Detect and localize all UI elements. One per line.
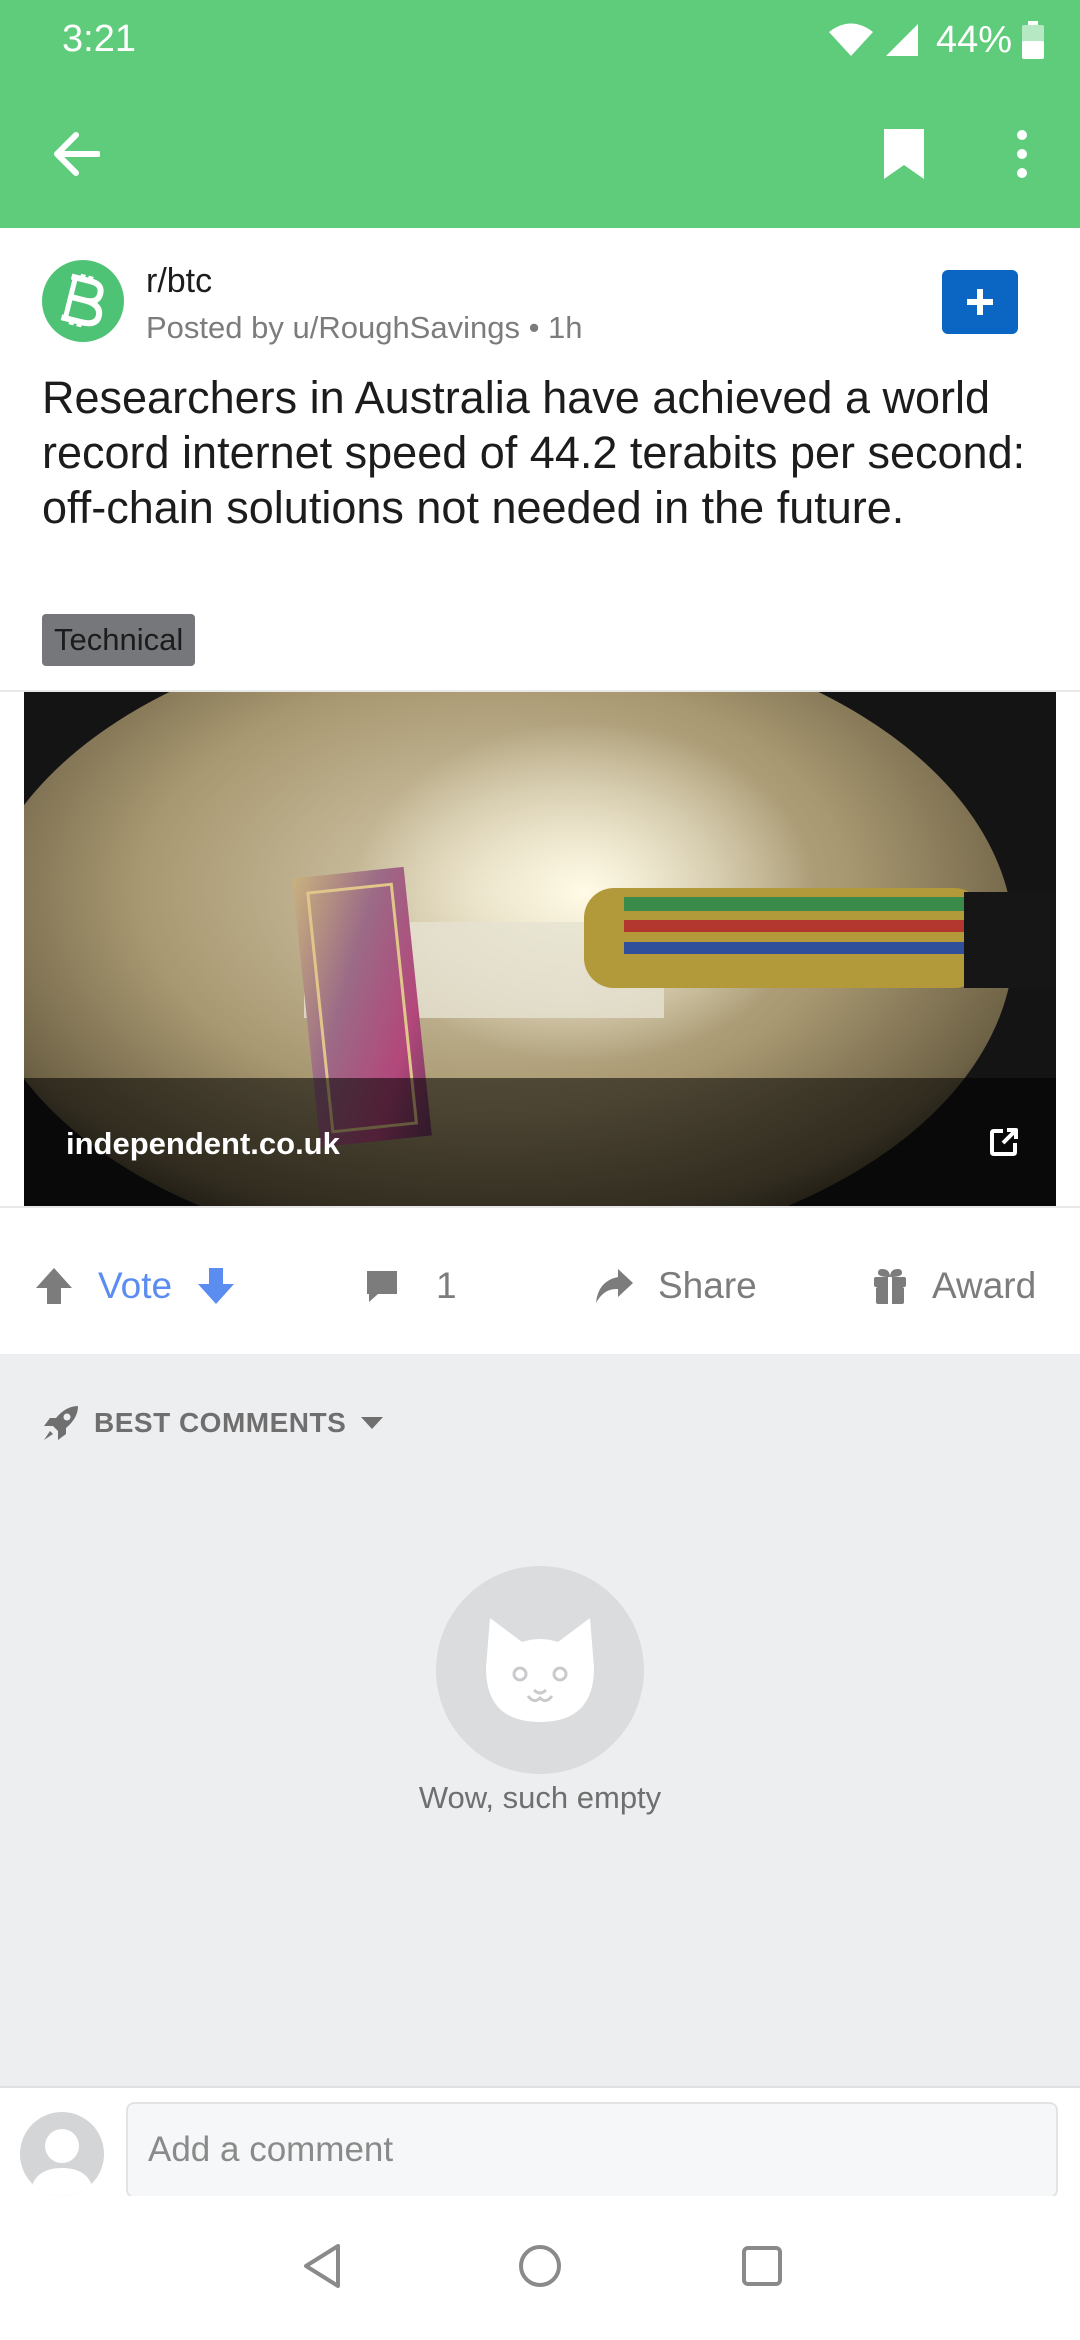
plus-icon (967, 289, 993, 315)
status-bar: 3:21 44% (0, 0, 1080, 80)
arrow-down-icon (198, 1268, 234, 1304)
signal-icon (885, 24, 918, 56)
empty-state-text: Wow, such empty (418, 1780, 662, 1815)
status-indicators: 44% (828, 14, 1044, 66)
bookmark-icon (884, 129, 924, 179)
post-flair: Technical (42, 614, 196, 666)
triangle-back-icon (304, 2244, 340, 2288)
vote-label: Vote (98, 1265, 173, 1306)
circle-home-icon (519, 2245, 561, 2287)
share-button[interactable]: Share (594, 1256, 757, 1316)
post-title: Researchers in Australia have achieved a… (42, 372, 1026, 533)
more-options-button[interactable] (986, 118, 1058, 190)
battery-percent: 44% (935, 18, 1012, 61)
open-external-button[interactable] (982, 1120, 1026, 1164)
user-icon (30, 2129, 94, 2196)
external-link-icon (990, 1128, 1018, 1156)
system-nav-bar (0, 2196, 1080, 2340)
square-recents-icon (742, 2246, 782, 2286)
post-author-meta[interactable]: Posted by u/RoughSavings • 1h (146, 310, 583, 346)
bitcoin-icon (60, 273, 104, 328)
comments-button[interactable]: 1 (364, 1256, 457, 1316)
rocket-icon (44, 1406, 78, 1440)
gift-icon (874, 1269, 906, 1304)
award-label: Award (932, 1265, 1037, 1306)
status-time: 3:21 (62, 18, 136, 60)
battery-icon (1022, 21, 1044, 59)
comment-icon (367, 1271, 397, 1302)
empty-state-illustration (436, 1566, 644, 1774)
subreddit-avatar[interactable] (42, 260, 124, 342)
share-label: Share (658, 1265, 757, 1306)
comment-sort-selector[interactable]: BEST COMMENTS (42, 1400, 384, 1446)
wifi-icon (828, 23, 873, 56)
cat-icon (486, 1618, 594, 1722)
join-subreddit-button[interactable] (942, 270, 1018, 334)
comment-count: 1 (436, 1265, 457, 1306)
nav-recents-button[interactable] (730, 2234, 794, 2298)
caret-down-icon (361, 1417, 384, 1429)
subreddit-name[interactable]: r/btc (146, 262, 212, 301)
more-vertical-icon (1017, 130, 1027, 178)
post-actions: Vote 1 Share Award (0, 1220, 1080, 1354)
nav-back-button[interactable] (290, 2234, 354, 2298)
downvote-button[interactable] (196, 1256, 236, 1316)
nav-home-button[interactable] (508, 2234, 572, 2298)
link-domain: independent.co.uk (66, 1126, 340, 1161)
app-bar (0, 80, 1080, 228)
share-icon (596, 1269, 633, 1303)
save-post-button[interactable] (868, 118, 940, 190)
sort-label: BEST COMMENTS (94, 1407, 347, 1438)
back-button[interactable] (40, 118, 112, 190)
upvote-button[interactable] (34, 1256, 74, 1316)
award-button[interactable]: Award (872, 1256, 1036, 1316)
comment-input[interactable] (126, 2102, 1058, 2198)
user-avatar[interactable] (20, 2112, 104, 2196)
arrow-up-icon (36, 1268, 72, 1304)
link-preview-caption: independent.co.uk (24, 1078, 1056, 1206)
comment-composer (0, 2086, 1080, 2198)
arrow-left-icon (54, 132, 100, 176)
comments-section: BEST COMMENTS Wow, such empty (0, 1354, 1080, 2086)
link-preview[interactable]: independent.co.uk (24, 692, 1056, 1206)
